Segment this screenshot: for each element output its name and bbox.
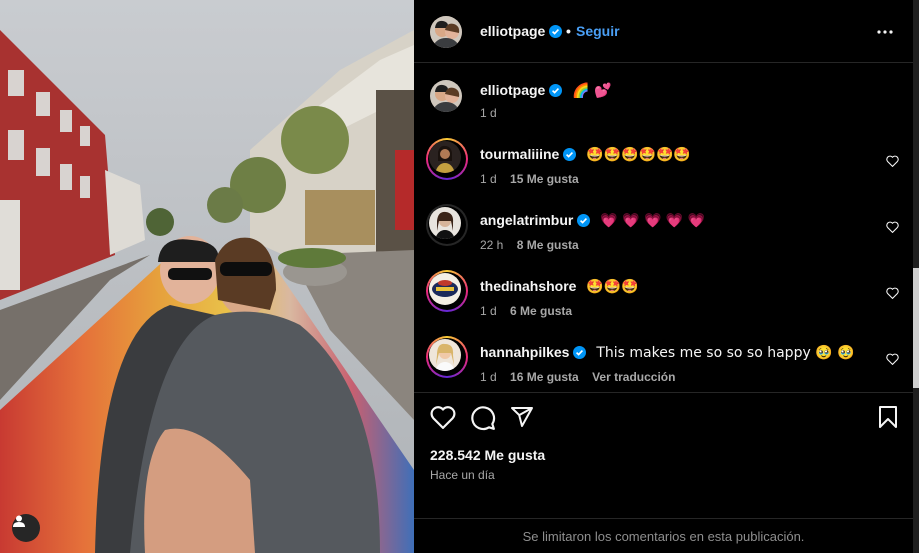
caption-time: 1 d [480,106,497,120]
comment-time: 1 d [480,172,497,186]
send-icon[interactable] [510,405,534,434]
comment-meta: 1 d 6 Me gusta [480,304,582,318]
comment-item: thedinahshore 🤩🤩🤩 1 d 6 Me gusta [414,270,913,322]
caption-meta: 1 d [480,106,507,120]
comments-limited-notice: Se limitaron los comentarios en esta pub… [414,518,913,544]
comment-body: 💗 💗 💗 💗 💗 [600,213,706,229]
background-strip [913,0,919,553]
comment-body: This makes me so so so happy 🥹 🥹 [596,345,855,361]
separator-dot: • [566,23,571,39]
comment-likes[interactable]: 8 Me gusta [517,238,579,252]
follow-button[interactable]: Seguir [576,23,620,39]
comment-time: 1 d [480,370,497,384]
more-options-icon[interactable] [876,24,894,45]
comment-icon[interactable] [470,405,496,436]
like-comment-heart-icon[interactable] [886,154,899,172]
story-ring[interactable] [426,270,468,312]
story-ring[interactable] [426,138,468,180]
street-selfie-image [0,0,414,553]
bookmark-icon[interactable] [877,405,899,434]
verified-badge-icon [549,25,563,41]
comment-text: tourmaliiine 🤩🤩🤩🤩🤩🤩 [480,146,691,164]
comment-time: 22 h [480,238,504,252]
story-ring[interactable] [426,204,468,246]
translate-link[interactable]: Ver traducción [592,370,675,384]
commenter-avatar [429,141,461,173]
post-details-panel: elliotpage • Seguir elliotpage 🌈 💕 1 d t… [414,0,913,553]
like-comment-heart-icon[interactable] [886,352,899,370]
like-comment-heart-icon[interactable] [886,286,899,304]
comment-item: tourmaliiine 🤩🤩🤩🤩🤩🤩 1 d 15 Me gusta [414,138,913,190]
comment-meta: 22 h 8 Me gusta [480,238,589,252]
author-avatar[interactable] [430,80,462,112]
story-ring[interactable] [426,336,468,378]
post-photo[interactable] [0,0,414,553]
comment-meta: 1 d 15 Me gusta [480,172,589,186]
author-avatar[interactable] [430,16,462,48]
commenter-username[interactable]: thedinahshore [480,278,576,294]
post-actions: 228.542 Me gusta Hace un día Se limitaro… [414,392,913,552]
like-comment-heart-icon[interactable] [886,220,899,238]
comment-text: thedinahshore 🤩🤩🤩 [480,278,639,295]
comment-likes[interactable]: 16 Me gusta [510,370,579,384]
verified-badge-icon [549,84,563,100]
verified-badge-icon [563,148,577,164]
caption-text: elliotpage 🌈 💕 [480,82,612,100]
commenter-avatar [429,273,461,305]
likes-count[interactable]: 228.542 Me gusta [430,447,545,463]
verified-badge-icon [573,346,587,362]
commenter-username[interactable]: angelatrimbur [480,212,573,228]
caption-emojis: 🌈 💕 [572,83,612,99]
post-caption: elliotpage 🌈 💕 1 d [414,80,913,124]
commenter-username[interactable]: hannahpilkes [480,344,569,360]
comment-meta: 1 d 16 Me gusta Ver traducción [480,370,685,384]
comment-likes[interactable]: 6 Me gusta [510,304,572,318]
comment-text: hannahpilkes This makes me so so so happ… [480,344,855,362]
author-username[interactable]: elliotpage [480,23,563,41]
verified-badge-icon [577,214,591,230]
caption-username[interactable]: elliotpage [480,82,545,98]
commenter-username[interactable]: tourmaliiine [480,146,559,162]
comment-text: angelatrimbur 💗 💗 💗 💗 💗 [480,212,705,230]
comment-time: 1 d [480,304,497,318]
post-header: elliotpage • Seguir [414,0,913,63]
comment-item: hannahpilkes This makes me so so so happ… [414,336,913,388]
commenter-avatar [429,339,461,371]
commenter-avatar [429,207,461,239]
post-date: Hace un día [430,468,495,482]
user-tag-icon[interactable] [12,514,40,542]
heart-icon[interactable] [430,405,456,434]
comment-likes[interactable]: 15 Me gusta [510,172,579,186]
comment-item: angelatrimbur 💗 💗 💗 💗 💗 22 h 8 Me gusta [414,204,913,256]
comment-body: 🤩🤩🤩🤩🤩🤩 [586,147,691,163]
comment-body: 🤩🤩🤩 [586,279,639,295]
